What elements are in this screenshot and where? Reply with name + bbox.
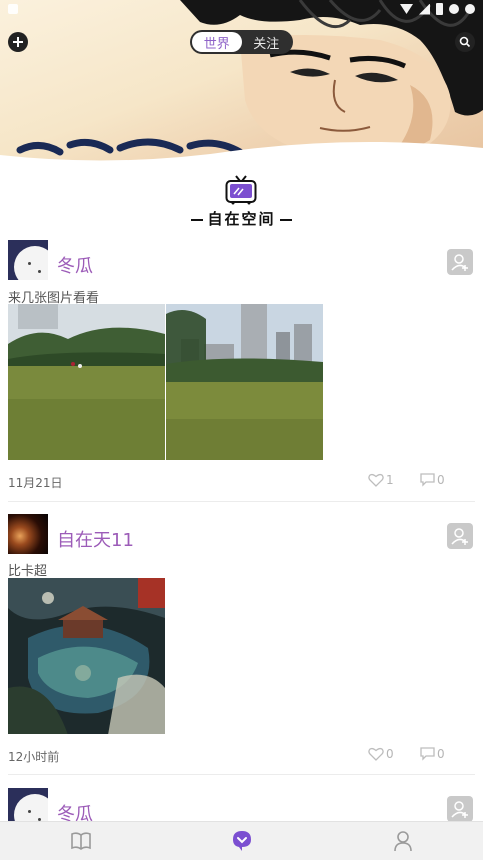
post-divider [8, 501, 475, 502]
avatar[interactable] [8, 240, 48, 280]
status-bar [400, 3, 475, 15]
post-timestamp: 12小时前 [8, 750, 60, 764]
logo-title: 自在空间 [0, 208, 483, 229]
tv-icon [225, 175, 257, 205]
avatar[interactable] [8, 788, 48, 821]
nav-item-space[interactable] [161, 822, 322, 860]
plus-circle-icon [13, 37, 23, 47]
post-photo-city-lawn[interactable] [166, 304, 323, 460]
search-icon [459, 36, 471, 48]
chat-bubble-icon [232, 831, 251, 851]
manga-illustration [0, 0, 483, 165]
feed-scope-toggle[interactable]: 世界 关注 [190, 30, 293, 54]
battery-icon [436, 3, 443, 15]
comment-icon [420, 473, 435, 487]
follow-user-button[interactable] [447, 796, 473, 821]
comment-button[interactable]: 0 [420, 473, 445, 487]
search-button[interactable] [455, 32, 475, 52]
post-caption: 比卡超 [8, 564, 48, 579]
nav-item-profile[interactable] [322, 822, 483, 860]
add-user-icon [451, 528, 468, 545]
post-photo-fantasy-art[interactable] [8, 578, 165, 734]
post-username[interactable]: 自在天11 [57, 526, 134, 552]
comment-count: 0 [437, 747, 445, 761]
like-count: 0 [386, 747, 394, 761]
space-logo: 自在空间 [0, 168, 483, 234]
like-button[interactable]: 0 [368, 747, 394, 761]
post-card: 冬瓜 [0, 788, 483, 821]
bottom-navigation [0, 821, 483, 860]
heart-icon [368, 747, 384, 761]
book-icon [70, 832, 91, 850]
post-username[interactable]: 冬瓜 [57, 252, 93, 278]
heart-icon [368, 473, 384, 487]
tab-following[interactable]: 关注 [242, 32, 292, 52]
clock-icon [449, 4, 459, 14]
comment-icon [420, 747, 435, 761]
follow-user-button[interactable] [447, 523, 473, 549]
wifi-icon [400, 4, 413, 14]
add-post-button[interactable] [8, 32, 28, 52]
post-card: 自在天11 比卡超 12小时前 0 0 [0, 514, 483, 776]
tab-world[interactable]: 世界 [192, 32, 242, 52]
signal-icon [419, 3, 430, 15]
comment-button[interactable]: 0 [420, 747, 445, 761]
comment-count: 0 [437, 473, 445, 487]
alarm-icon [465, 4, 475, 14]
add-user-icon [451, 254, 468, 271]
post-card: 冬瓜 来几张图片看看 11月21日 1 0 [0, 240, 483, 502]
post-divider [8, 774, 475, 775]
add-user-icon [451, 801, 468, 818]
header-banner: 世界 关注 [0, 0, 483, 165]
lawn-photo [8, 304, 165, 460]
post-username[interactable]: 冬瓜 [57, 800, 93, 821]
like-count: 1 [386, 473, 394, 487]
post-photo-lawn[interactable] [8, 304, 165, 460]
user-icon [393, 831, 412, 852]
city-lawn-photo [166, 304, 323, 460]
post-timestamp: 11月21日 [8, 476, 63, 490]
nav-item-library[interactable] [0, 822, 161, 860]
follow-user-button[interactable] [447, 249, 473, 275]
fantasy-art-photo [8, 578, 165, 734]
avatar[interactable] [8, 514, 48, 554]
like-button[interactable]: 1 [368, 473, 394, 487]
notification-icon [8, 4, 18, 14]
